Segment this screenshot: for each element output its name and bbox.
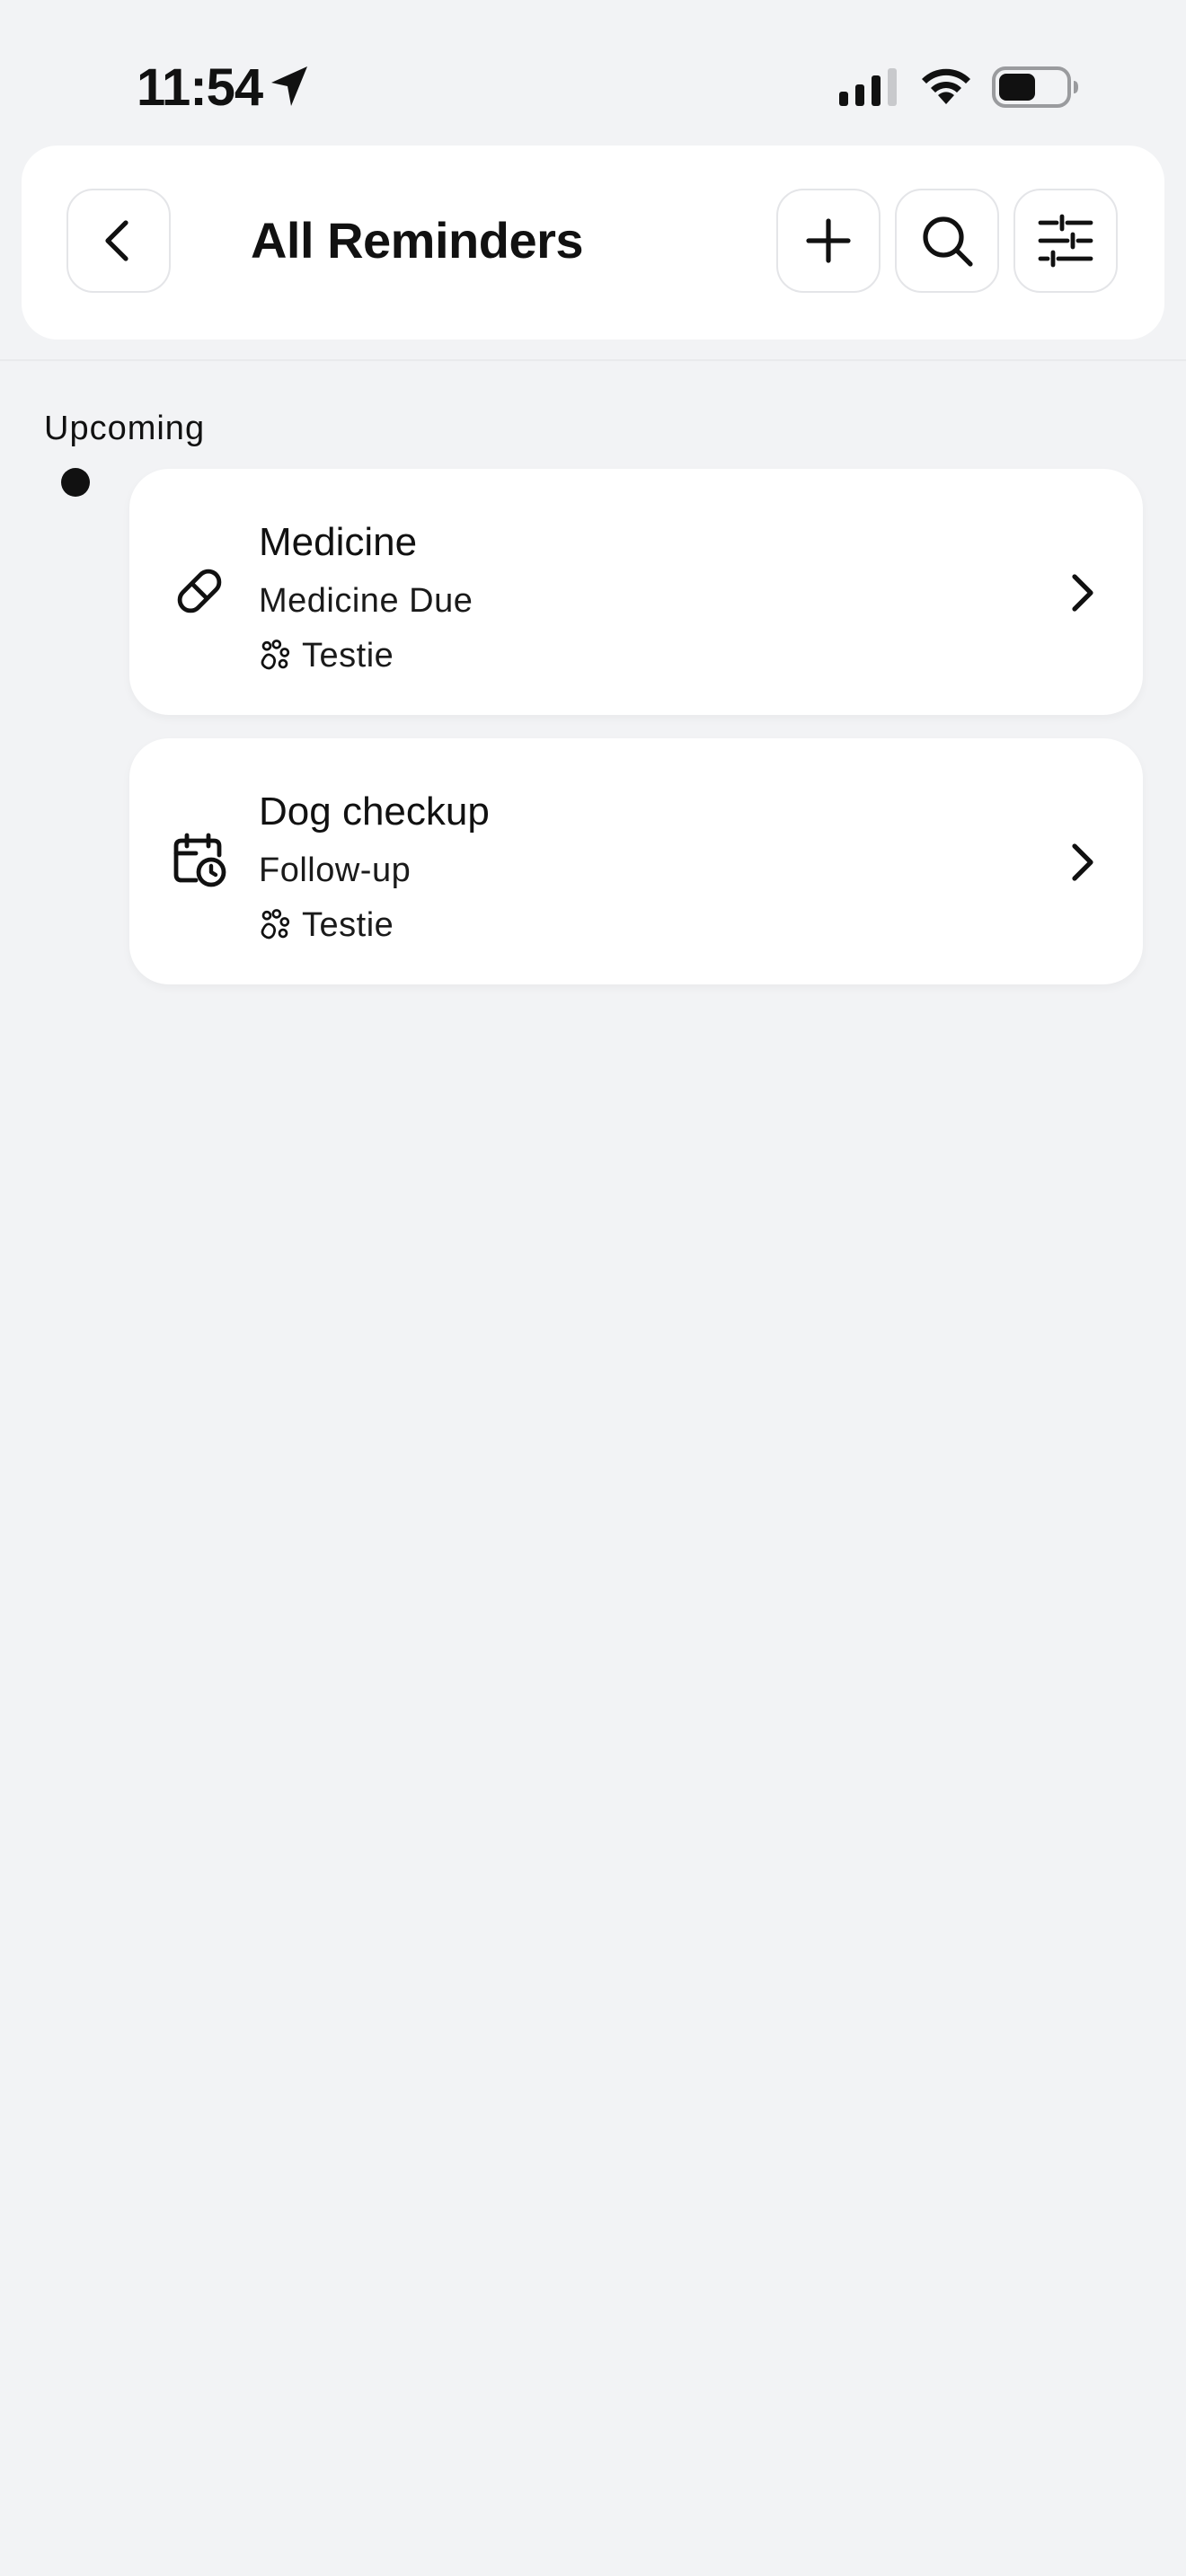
header-divider — [0, 359, 1186, 361]
search-icon — [923, 216, 973, 267]
timeline-dot — [61, 468, 90, 497]
reminder-card[interactable]: Dog checkup Follow-up Testie — [129, 738, 1143, 984]
wifi-icon — [922, 68, 970, 104]
chevron-right-icon — [1072, 574, 1093, 612]
reminder-title: Medicine — [259, 520, 418, 564]
filter-button[interactable] — [1013, 189, 1118, 293]
battery-icon — [992, 66, 1078, 108]
reminder-pet: Testie — [259, 900, 394, 950]
sliders-icon — [1038, 214, 1093, 268]
status-time: 11:54 — [137, 58, 263, 117]
add-reminder-button[interactable] — [776, 189, 881, 293]
reminder-pet: Testie — [259, 631, 394, 681]
pill-icon — [177, 569, 222, 613]
reminder-type: Follow-up — [259, 851, 412, 889]
chevron-left-icon — [105, 220, 128, 261]
back-button[interactable] — [66, 189, 171, 293]
chevron-right-icon — [1072, 843, 1093, 881]
reminder-title: Dog checkup — [259, 790, 490, 834]
header-bar: All Reminders — [22, 146, 1164, 340]
signal-icon — [839, 68, 897, 106]
pet-name: Testie — [302, 637, 394, 675]
location-arrow-icon — [271, 66, 307, 106]
paw-icon — [261, 640, 290, 670]
pet-name: Testie — [302, 906, 394, 944]
reminder-card[interactable]: Medicine Medicine Due Testie — [129, 469, 1143, 715]
status-bar: 11:54 — [0, 0, 1186, 135]
plus-icon — [806, 218, 851, 263]
reminder-type: Medicine Due — [259, 582, 474, 620]
page-title: All Reminders — [250, 212, 584, 269]
search-button[interactable] — [895, 189, 999, 293]
calendar-clock-icon — [173, 833, 226, 887]
paw-icon — [261, 909, 290, 940]
section-label-upcoming: Upcoming — [44, 410, 206, 447]
